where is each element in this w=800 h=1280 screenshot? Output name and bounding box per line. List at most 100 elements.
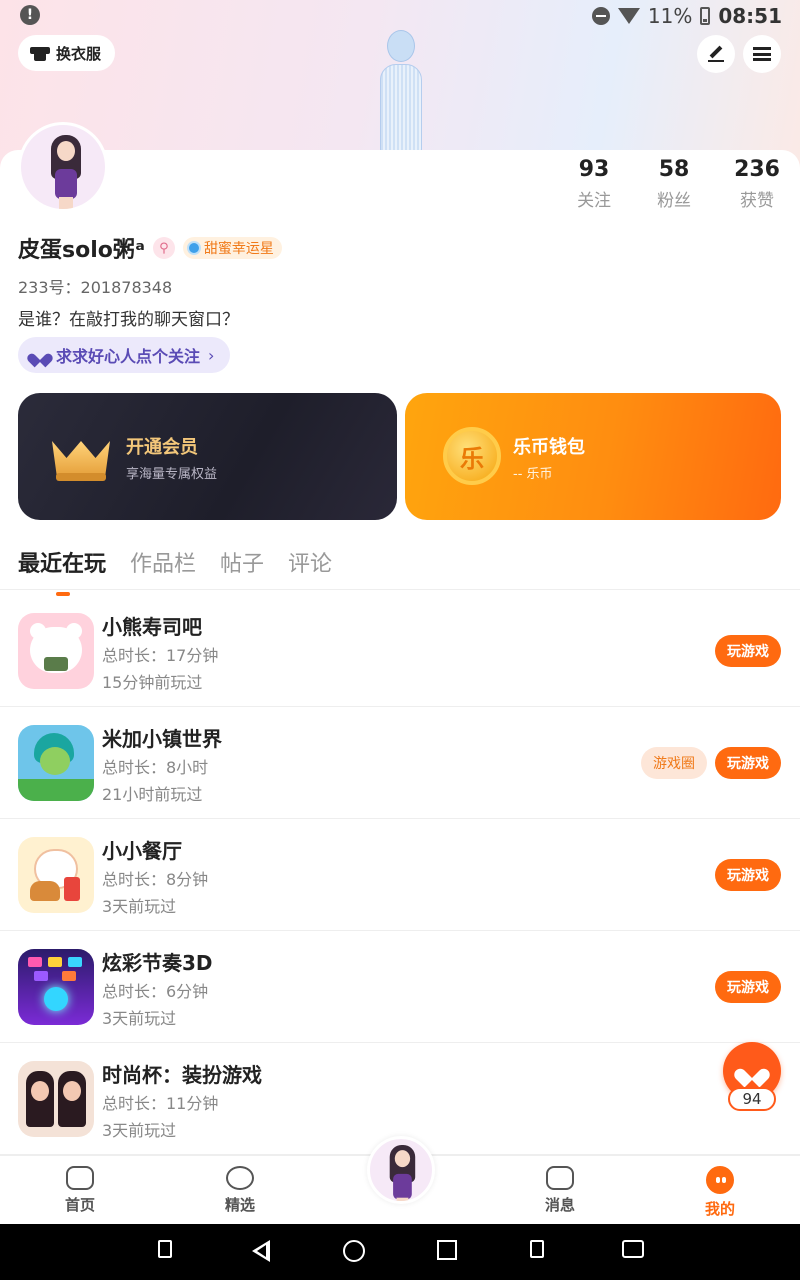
wallet-title: 乐币钱包 — [513, 437, 585, 458]
game-last-played: 3天前玩过 — [102, 1009, 177, 1028]
vip-subtitle: 享海量专属权益 — [126, 467, 218, 482]
follow-prompt-label: 求求好心人点个关注 — [56, 347, 201, 366]
dnd-icon — [591, 7, 610, 25]
camera-icon — [622, 1240, 644, 1258]
message-icon — [546, 1166, 574, 1190]
bear-sushi-game-icon[interactable] — [18, 613, 94, 689]
screenshot-button[interactable] — [622, 1240, 646, 1264]
game-circle-button[interactable]: 游戏圈 — [641, 747, 707, 779]
burger — [30, 881, 60, 901]
play-game-button[interactable]: 玩游戏 — [715, 859, 781, 891]
bottom-nav: 首页 精选 消息 我的 — [0, 1136, 800, 1224]
recent-games-list: 小熊寿司吧 总时长：17分钟 15分钟前玩过 玩游戏 米加小镇世界 总时长：8小… — [0, 595, 800, 1155]
nav-me[interactable]: 我的 — [680, 1166, 760, 1219]
home-button[interactable] — [343, 1240, 367, 1264]
user-bio: 是谁？在敲打我的聊天窗口？ — [18, 310, 239, 330]
game-name: 小熊寿司吧 — [102, 615, 202, 639]
wallet-card[interactable]: 乐 乐币钱包 -- 乐币 — [405, 393, 781, 520]
nav-home[interactable]: 首页 — [40, 1166, 120, 1215]
change-outfit-label: 换衣服 — [56, 44, 102, 63]
me-icon — [706, 1166, 734, 1194]
user-id: 233号：201878348 — [18, 278, 173, 297]
shirt-icon — [30, 45, 50, 61]
tile — [34, 971, 48, 981]
tab-posts[interactable]: 帖子 — [220, 546, 264, 578]
tile — [28, 957, 42, 967]
divider — [0, 589, 800, 590]
girl-face — [63, 1081, 81, 1101]
fashion-game-icon[interactable] — [18, 1061, 94, 1137]
girl-face — [31, 1081, 49, 1101]
pen-icon — [708, 46, 724, 62]
edit-profile-button[interactable] — [697, 35, 735, 73]
coin-icon: 乐 — [443, 427, 501, 485]
stat-label: 关注 — [577, 191, 612, 211]
game-last-played: 3天前玩过 — [102, 1121, 177, 1140]
stat-following[interactable]: 93 关注 — [574, 156, 614, 211]
nav-messages[interactable]: 消息 — [520, 1166, 600, 1215]
avatar-figure — [388, 1145, 417, 1201]
nav-featured[interactable]: 精选 — [200, 1166, 280, 1215]
key-badge-icon[interactable]: ⚲ — [152, 237, 175, 259]
follow-prompt-button[interactable]: 求求好心人点个关注 › — [18, 337, 231, 373]
home-icon — [343, 1240, 365, 1262]
game-last-played: 3天前玩过 — [102, 897, 177, 916]
change-outfit-button[interactable]: 换衣服 — [18, 35, 116, 71]
stat-followers[interactable]: 58 粉丝 — [654, 156, 694, 211]
game-last-played: 15分钟前玩过 — [102, 673, 203, 692]
avatar-dress — [393, 1173, 412, 1200]
username: 皮蛋solo粥ᵃ — [18, 238, 145, 263]
avatar-figure-preview[interactable] — [370, 30, 432, 155]
nav-label: 精选 — [224, 1196, 255, 1214]
game-duration: 总时长：11分钟 — [102, 1094, 219, 1113]
battery-icon — [700, 7, 711, 25]
avatar-legs — [396, 1197, 409, 1201]
restaurant-game-icon[interactable] — [18, 837, 94, 913]
list-item[interactable]: 小熊寿司吧 总时长：17分钟 15分钟前玩过 玩游戏 — [0, 595, 800, 707]
avatar[interactable] — [18, 122, 108, 212]
nav-avatar-button[interactable] — [367, 1136, 435, 1204]
avatar-legs — [59, 197, 73, 209]
recents-button[interactable] — [437, 1240, 461, 1264]
list-item[interactable]: 米加小镇世界 总时长：8小时 21小时前玩过 游戏圈 玩游戏 — [0, 707, 800, 819]
ground — [18, 779, 94, 801]
recents-icon — [437, 1240, 457, 1260]
tile — [68, 957, 82, 967]
menu-icon — [753, 47, 771, 61]
rhythm-game-icon[interactable] — [18, 949, 94, 1025]
status-bar: ! 11% 08:51 — [0, 0, 800, 32]
tab-recently-played[interactable]: 最近在玩 — [18, 546, 106, 596]
menu-button[interactable] — [743, 35, 781, 73]
heart-chat-icon — [226, 1166, 254, 1190]
game-duration: 总时长：8分钟 — [102, 870, 209, 889]
battery-percent: 11% — [647, 4, 693, 28]
vip-membership-card[interactable]: 开通会员 享海量专属权益 — [18, 393, 397, 520]
lucky-star-badge[interactable]: 甜蜜幸运星 — [182, 237, 282, 259]
play-game-button[interactable]: 玩游戏 — [715, 971, 781, 1003]
wifi-icon — [617, 8, 640, 24]
profile-stats: 93 关注 58 粉丝 236 获赞 — [574, 156, 780, 211]
game-name: 炫彩节奏3D — [102, 951, 213, 975]
tab-comments[interactable]: 评论 — [288, 546, 332, 578]
profile-tabs: 最近在玩 作品栏 帖子 评论 — [18, 546, 332, 596]
volume-down-button[interactable] — [158, 1240, 182, 1264]
tab-works[interactable]: 作品栏 — [130, 546, 196, 578]
tile — [48, 957, 62, 967]
game-duration: 总时长：17分钟 — [102, 646, 219, 665]
figure-head — [387, 30, 415, 62]
stat-likes[interactable]: 236 获赞 — [734, 156, 780, 211]
town-world-game-icon[interactable] — [18, 725, 94, 801]
nav-label: 我的 — [704, 1200, 735, 1218]
list-item[interactable]: 炫彩节奏3D 总时长：6分钟 3天前玩过 玩游戏 — [0, 931, 800, 1043]
play-game-button[interactable]: 玩游戏 — [715, 635, 781, 667]
like-count: 94 — [728, 1087, 776, 1111]
avatar-figure — [49, 135, 83, 209]
stat-value: 236 — [734, 157, 780, 182]
nav-label: 首页 — [64, 1196, 95, 1214]
play-game-button[interactable]: 玩游戏 — [715, 747, 781, 779]
volume-up-button[interactable] — [530, 1240, 554, 1264]
list-item[interactable]: 小小餐厅 总时长：8分钟 3天前玩过 玩游戏 — [0, 819, 800, 931]
avatar-dress — [55, 169, 77, 199]
tile — [62, 971, 76, 981]
back-button[interactable] — [252, 1240, 276, 1264]
